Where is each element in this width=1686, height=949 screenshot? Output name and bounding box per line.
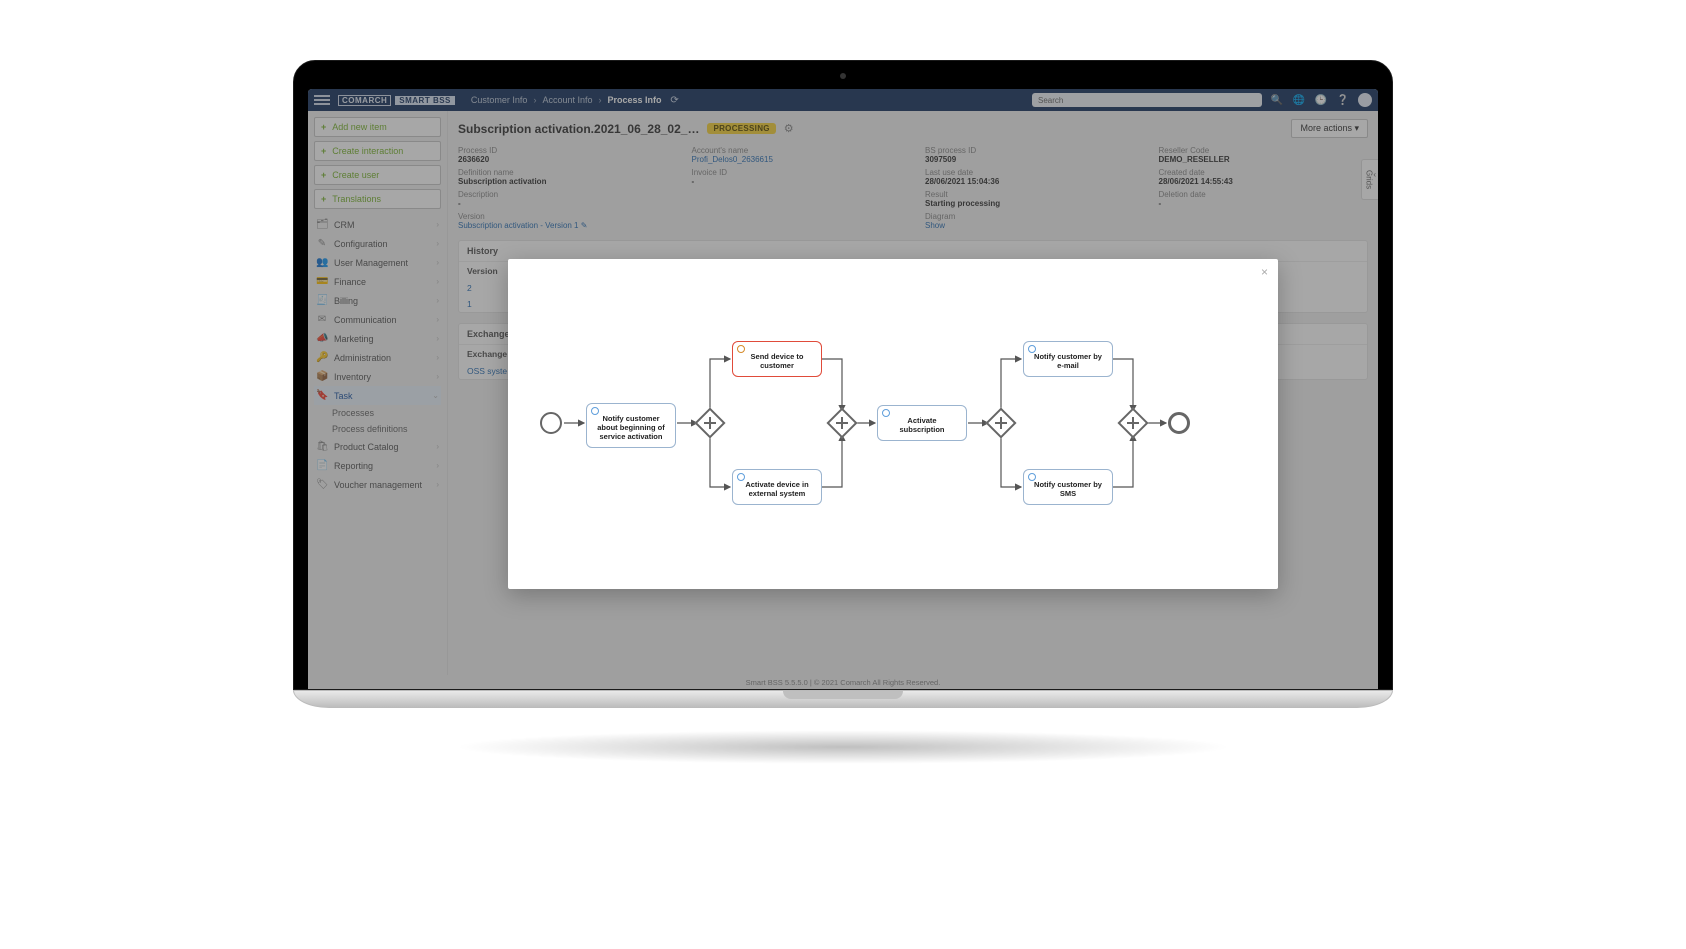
bpmn-task-label: Notify customer by e-mail xyxy=(1034,352,1102,370)
task-marker-icon xyxy=(882,409,890,417)
laptop-frame: COMARCH SMART BSS Customer Info › Accoun… xyxy=(293,60,1393,764)
bpmn-start-event[interactable] xyxy=(540,412,562,434)
bpmn-modal: × xyxy=(508,259,1278,589)
bpmn-diagram: Notify customer about beginning of servi… xyxy=(522,273,1264,575)
bpmn-task-activate-device[interactable]: Activate device in external system xyxy=(732,469,822,505)
app-screen: COMARCH SMART BSS Customer Info › Accoun… xyxy=(308,89,1378,689)
bpmn-task-label: Send device to customer xyxy=(751,352,804,370)
stage: COMARCH SMART BSS Customer Info › Accoun… xyxy=(0,0,1686,949)
bpmn-end-event[interactable] xyxy=(1168,412,1190,434)
task-marker-icon xyxy=(1028,345,1036,353)
laptop-base xyxy=(293,690,1393,708)
user-task-icon xyxy=(737,345,745,353)
bpmn-task-notify-email[interactable]: Notify customer by e-mail xyxy=(1023,341,1113,377)
bpmn-task-label: Activate device in external system xyxy=(745,480,808,498)
laptop-bezel: COMARCH SMART BSS Customer Info › Accoun… xyxy=(293,60,1393,690)
task-marker-icon xyxy=(737,473,745,481)
laptop-camera xyxy=(840,73,846,79)
bpmn-task-label: Activate subscription xyxy=(899,416,944,434)
bpmn-task-notify-start[interactable]: Notify customer about beginning of servi… xyxy=(586,403,676,448)
bpmn-task-label: Notify customer about beginning of servi… xyxy=(597,414,665,441)
bpmn-task-send-device[interactable]: Send device to customer xyxy=(732,341,822,377)
bpmn-task-activate-subscription[interactable]: Activate subscription xyxy=(877,405,967,441)
task-marker-icon xyxy=(1028,473,1036,481)
task-marker-icon xyxy=(591,407,599,415)
laptop-shadow xyxy=(453,730,1233,764)
bpmn-task-label: Notify customer by SMS xyxy=(1034,480,1102,498)
bpmn-task-notify-sms[interactable]: Notify customer by SMS xyxy=(1023,469,1113,505)
